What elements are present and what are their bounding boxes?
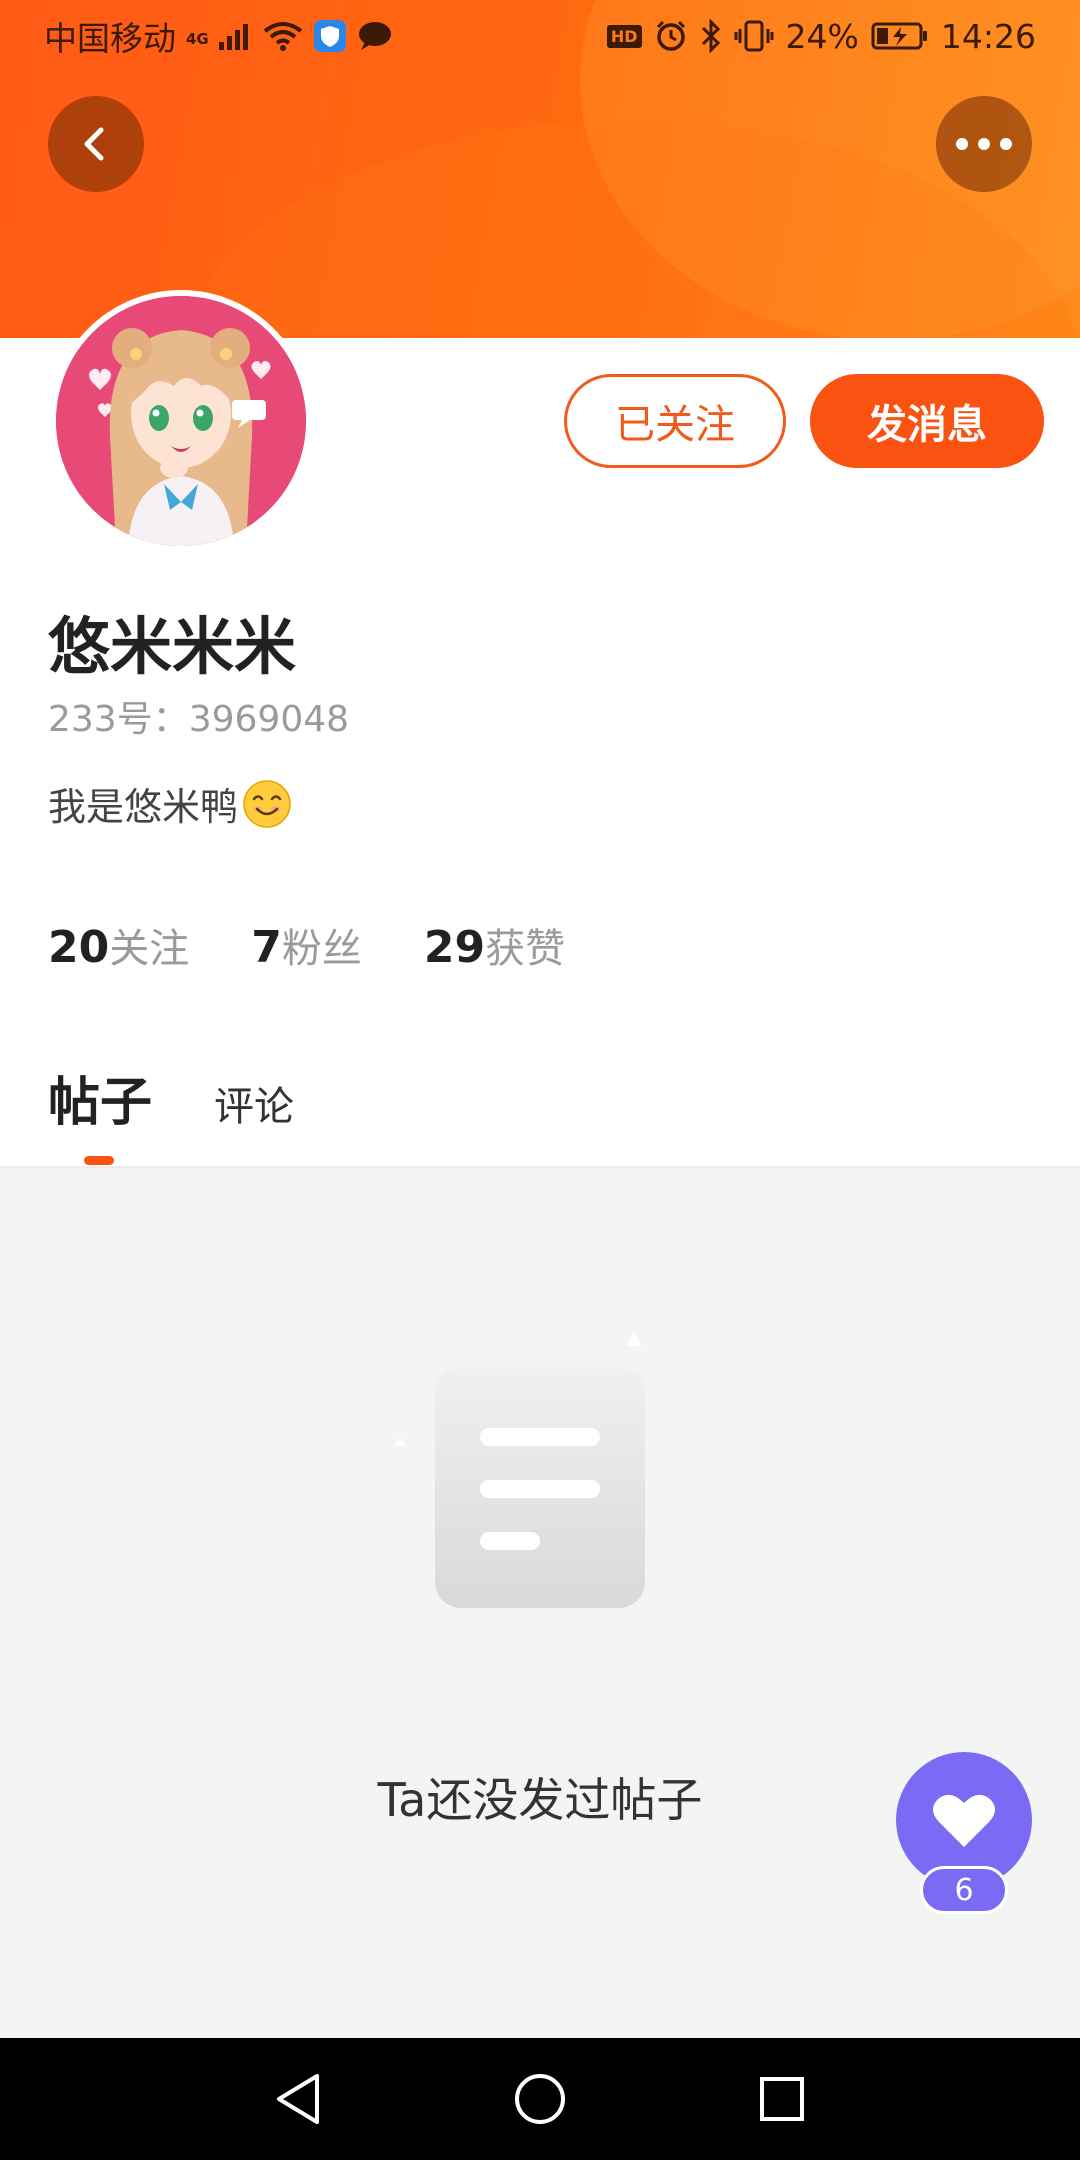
stat-followers[interactable]: 7 粉丝: [251, 916, 362, 974]
network-type: 4G: [186, 30, 209, 48]
back-button[interactable]: [48, 96, 144, 192]
stat-likes: 29 获赞: [424, 916, 565, 974]
stat-label: 获赞: [485, 926, 566, 972]
profile-stats: 20 关注 7 粉丝 29 获赞: [48, 916, 565, 974]
active-tab-indicator: [84, 1156, 114, 1165]
home-circle-icon: [515, 2074, 565, 2124]
profile-header-banner: 中国移动 4G HD 24% 14:26: [0, 0, 1080, 338]
wifi-icon: [263, 22, 302, 51]
vibrate-icon: [734, 20, 774, 52]
hd-badge: HD: [606, 24, 642, 48]
stat-value: 7: [251, 922, 282, 973]
avatar-image: [56, 296, 306, 546]
stat-following[interactable]: 20 关注: [48, 916, 189, 974]
chat-notification-icon: [358, 22, 391, 50]
tab-posts[interactable]: 帖子: [48, 1060, 152, 1135]
profile-tabs: 帖子 评论: [48, 1060, 294, 1135]
smiling-face-emoji-icon: [243, 779, 291, 828]
stat-value: 20: [48, 922, 110, 973]
battery-percent: 24%: [785, 16, 859, 56]
signal-icon: [218, 24, 248, 50]
avatar[interactable]: [50, 290, 312, 552]
shield-app-icon: [313, 20, 346, 52]
clock: 14:26: [940, 16, 1036, 56]
bluetooth-icon: [701, 19, 720, 53]
back-icon: [84, 127, 104, 161]
stat-label: 粉丝: [281, 926, 362, 972]
posts-content-area: Ta还没发过帖子: [0, 1168, 1080, 2038]
carrier-name: 中国移动: [44, 19, 176, 58]
like-count-badge: 6: [920, 1866, 1008, 1914]
recents-square-icon: [760, 2077, 804, 2121]
battery-charging-icon: [871, 22, 927, 50]
document-icon: [394, 1332, 645, 1608]
send-message-button[interactable]: 发消息: [810, 374, 1044, 468]
more-options-button[interactable]: [936, 96, 1032, 192]
following-button[interactable]: 已关注: [564, 374, 786, 468]
bio-text: 我是悠米鸭: [48, 785, 239, 829]
stat-label: 关注: [109, 926, 190, 972]
profile-page: 中国移动 4G HD 24% 14:26 已关注 发消息 悠米米米 233号：3…: [0, 0, 1080, 2160]
more-icon: [956, 138, 1012, 150]
status-bar: 中国移动 4G HD 24% 14:26: [0, 0, 1080, 72]
heart-icon: [933, 1794, 995, 1847]
user-id: 233号：3969048: [48, 699, 350, 740]
alarm-icon: [656, 20, 685, 51]
bio: 我是悠米鸭: [48, 776, 292, 831]
back-triangle-icon: [277, 2074, 319, 2124]
stat-value: 29: [423, 922, 486, 973]
nav-recents-button[interactable]: [752, 2069, 812, 2129]
avatar-illustration: [56, 296, 306, 546]
system-navigation-bar: [0, 2038, 1080, 2160]
username: 悠米米米: [48, 610, 297, 683]
nav-home-button[interactable]: [510, 2069, 570, 2129]
tab-comments[interactable]: 评论: [214, 1074, 294, 1132]
nav-back-button[interactable]: [268, 2069, 328, 2129]
